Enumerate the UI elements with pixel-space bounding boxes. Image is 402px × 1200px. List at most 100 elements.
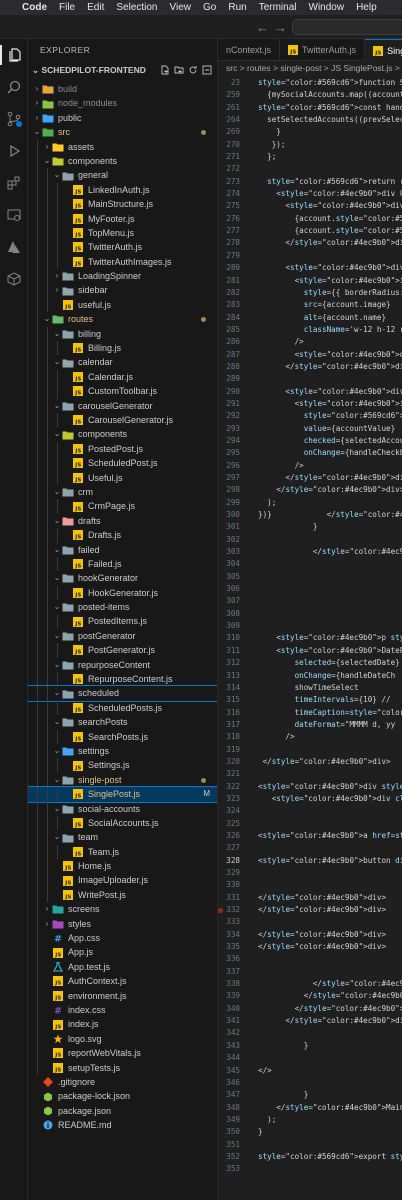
code-line[interactable]: 322 <style="color:#4ec9b0">div style={{ba…	[218, 781, 402, 793]
tree-folder-postgenerator[interactable]: ⌄ postGenerator	[28, 628, 217, 644]
tree-folder-searchposts[interactable]: ⌄ searchPosts	[28, 715, 217, 730]
code-line[interactable]: 280 <style="color:#4ec9b0">div className…	[218, 262, 402, 274]
code-line[interactable]: 281 <style="color:#4ec9b0">img	[218, 275, 402, 287]
menu-run[interactable]: Run	[228, 2, 246, 13]
tree-folder-failed[interactable]: ⌄ failed	[28, 542, 217, 557]
code-line[interactable]: 259 {mySocialAccounts.map((account) => (	[218, 89, 402, 101]
tree-file-index-css[interactable]: # index.css	[28, 1003, 217, 1018]
tab-twitterauth-js[interactable]: JS TwitterAuth.js	[280, 39, 366, 61]
workspace-root[interactable]: ⌄ SCHEDPILOT-FRONTEND	[28, 62, 217, 79]
tree-file-authcontext-js[interactable]: JS AuthContext.js	[28, 974, 217, 989]
code-line[interactable]: 323 <style="color:#4ec9b0">div className…	[218, 793, 402, 805]
code-line[interactable]: 307	[218, 595, 402, 607]
tree-file-app-test-js[interactable]: App.test.js	[28, 959, 217, 975]
tree-folder-assets[interactable]: › assets	[28, 139, 217, 154]
tree-file-carouselgenerator-js[interactable]: JS CarouselGenerator.js	[28, 412, 217, 428]
tree-folder-repurposecontent[interactable]: ⌄ repurposeContent	[28, 657, 217, 673]
menu-view[interactable]: View	[170, 2, 192, 13]
menu-go[interactable]: Go	[203, 2, 216, 13]
tree-file-singlepost-js[interactable]: JS SinglePost.js M	[28, 786, 217, 803]
tree-file-postgenerator-js[interactable]: JS PostGenerator.js	[28, 643, 217, 658]
tree-folder-components[interactable]: ⌄ components	[28, 153, 217, 169]
code-line[interactable]: 328 <style="color:#4ec9b0">button disable…	[218, 855, 402, 867]
menu-window[interactable]: Window	[309, 2, 345, 13]
menu-edit[interactable]: Edit	[87, 2, 104, 13]
containers-icon[interactable]	[4, 269, 24, 289]
menu-terminal[interactable]: Terminal	[259, 2, 297, 13]
run-debug-icon[interactable]	[4, 141, 24, 161]
tree-file-gitignore[interactable]: .gitignore	[28, 1075, 217, 1089]
code-line[interactable]: 316 timeCaption=style="color:#ce9178">"T…	[218, 707, 402, 719]
code-line[interactable]: 353	[218, 1163, 402, 1175]
code-line[interactable]: 330	[218, 879, 402, 891]
tree-file-useful-js[interactable]: JS useful.js	[28, 297, 217, 313]
menu-help[interactable]: Help	[356, 2, 377, 13]
code-line[interactable]: 352 style="color:#569cd6">export style="c…	[218, 1151, 402, 1163]
code-line[interactable]: 284 alt={account.name}	[218, 312, 402, 324]
code-line[interactable]: 291 <style="color:#4ec9b0">input	[218, 398, 402, 410]
tree-file-readme-md[interactable]: README.md	[28, 1118, 217, 1132]
code-line[interactable]: 320 </style="color:#4ec9b0">div>	[218, 756, 402, 768]
code-line[interactable]: 339 </style="color:#4ec9b0">div>	[218, 990, 402, 1002]
tree-folder-crm[interactable]: ⌄ crm	[28, 484, 217, 500]
tree-file-team-js[interactable]: JS Team.js	[28, 844, 217, 860]
breakpoint-icon[interactable]	[218, 908, 223, 914]
tree-folder-social-accounts[interactable]: ⌄ social-accounts	[28, 801, 217, 816]
collapse-all-icon[interactable]	[202, 65, 212, 75]
code-line[interactable]: 344	[218, 1052, 402, 1064]
tree-file-calendar-js[interactable]: JS Calendar.js	[28, 369, 217, 385]
code-line[interactable]: 295 onChange={handleCheckbo	[218, 447, 402, 459]
code-line[interactable]: 311 <style="color:#4ec9b0">DatePicker	[218, 645, 402, 657]
code-line[interactable]: 274 <style="color:#4ec9b0">div key={acco…	[218, 188, 402, 200]
code-line[interactable]: 277 {account.style="color:#569cd6">type …	[218, 225, 402, 237]
code-line[interactable]: 338 </style="color:#4ec9b0">div>	[218, 978, 402, 990]
tree-file-billing-js[interactable]: JS Billing.js	[28, 341, 217, 356]
code-line[interactable]: 337	[218, 966, 402, 978]
tree-file-scheduledpost-js[interactable]: JS ScheduledPost.js	[28, 456, 217, 471]
remote-explorer-icon[interactable]	[4, 205, 24, 225]
code-line[interactable]: 341 </style="color:#4ec9b0">div>	[218, 1015, 402, 1027]
code-line[interactable]: 304	[218, 558, 402, 570]
code-line[interactable]: 299 );	[218, 497, 402, 509]
refresh-icon[interactable]	[188, 65, 198, 75]
tree-file-searchposts-js[interactable]: JS SearchPosts.js	[28, 729, 217, 744]
code-line[interactable]: 319	[218, 744, 402, 756]
code-line[interactable]: 324	[218, 805, 402, 817]
tab-singlepost-js[interactable]: JS SinglePost.js	[365, 39, 402, 61]
tree-folder-screens[interactable]: › screens	[28, 902, 217, 917]
code-line[interactable]: 317 dateFormat="MMMM d, yy	[218, 719, 402, 731]
code-line[interactable]: 334 </style="color:#4ec9b0">div>	[218, 929, 402, 941]
forward-arrow-icon[interactable]: →	[274, 20, 287, 35]
tree-folder-general[interactable]: ⌄ general	[28, 168, 217, 183]
code-line[interactable]: 302	[218, 534, 402, 546]
code-line[interactable]: 336	[218, 953, 402, 965]
code-line[interactable]: 285 className='w-12 h-12 ro	[218, 324, 402, 336]
new-folder-icon[interactable]	[174, 65, 184, 75]
tree-file-settings-js[interactable]: JS Settings.js	[28, 758, 217, 773]
code-line[interactable]: 292 style="color:#569cd6">type=style="co…	[218, 410, 402, 422]
tree-file-app-js[interactable]: JS App.js	[28, 945, 217, 960]
tree-file-imageuploader-js[interactable]: JS ImageUploader.js	[28, 873, 217, 888]
tree-folder-billing[interactable]: ⌄ billing	[28, 326, 217, 342]
code-line[interactable]: 348 </style="color:#4ec9b0">MainStructur…	[218, 1102, 402, 1114]
code-line[interactable]: 308	[218, 608, 402, 620]
code-line[interactable]: 313 onChange={handleDateCh	[218, 670, 402, 682]
code-line[interactable]: 264 setSelectedAccounts((prevSelected) =…	[218, 114, 402, 126]
tree-folder-sidebar[interactable]: › sidebar	[28, 283, 217, 298]
code-line[interactable]: 310 <style="color:#4ec9b0">p style={{fon…	[218, 632, 402, 644]
explorer-icon[interactable]	[0, 45, 28, 65]
tree-folder-scheduled[interactable]: ⌄ scheduled	[28, 685, 217, 702]
tree-file-myfooter-js[interactable]: JS MyFooter.js	[28, 211, 217, 226]
tree-folder-carouselgenerator[interactable]: ⌄ carouselGenerator	[28, 398, 217, 413]
code-line[interactable]: 351	[218, 1139, 402, 1151]
tree-file-environment-js[interactable]: JS environment.js	[28, 988, 217, 1003]
tree-folder-public[interactable]: › public	[28, 111, 217, 125]
code-line[interactable]: 288 </style="color:#4ec9b0">div>	[218, 361, 402, 373]
tree-folder-drafts[interactable]: ⌄ drafts	[28, 513, 217, 529]
tree-file-customtoolbar-js[interactable]: JS CustomToolbar.js	[28, 384, 217, 399]
azure-icon[interactable]	[4, 237, 24, 257]
tree-file-crmpage-js[interactable]: JS CrmPage.js	[28, 499, 217, 514]
tree-folder-styles[interactable]: › styles	[28, 916, 217, 932]
command-center[interactable]	[292, 19, 402, 35]
tree-folder-team[interactable]: ⌄ team	[28, 830, 217, 845]
